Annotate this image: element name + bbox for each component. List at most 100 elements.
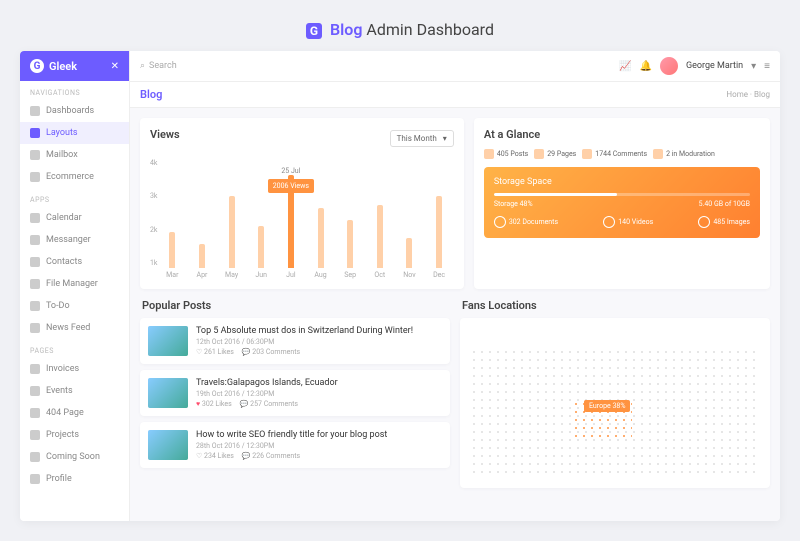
nav-icon [30, 128, 40, 138]
views-chart: 4k3k2k1k MarAprMayJun25 Jul2006 ViewsJul… [150, 159, 454, 279]
post-body: Top 5 Absolute must dos in Switzerland D… [196, 326, 442, 356]
menu-toggle-icon[interactable]: ✕ [111, 61, 119, 72]
nav-label: Events [46, 386, 73, 396]
username[interactable]: George Martin [686, 61, 743, 71]
bar-May[interactable]: May [217, 159, 247, 279]
sidebar-item-layouts[interactable]: Layouts [20, 122, 129, 144]
likes[interactable]: ♡ 234 Likes [196, 452, 234, 460]
sidebar-item-file-manager[interactable]: File Manager [20, 273, 129, 295]
chart-icon[interactable]: 📈 [619, 61, 631, 72]
nav-label: Contacts [46, 257, 82, 267]
sidebar-item-contacts[interactable]: Contacts [20, 251, 129, 273]
comments[interactable]: 💬 203 Comments [242, 348, 300, 356]
nav-section-apps: APPS [20, 188, 129, 207]
sidebar-item-invoices[interactable]: Invoices [20, 358, 129, 380]
storage-items: 302 Documents140 Videos485 Images [494, 216, 750, 228]
bar-Nov[interactable]: Nov [395, 159, 425, 279]
stat-item: 405 Posts [484, 149, 528, 159]
folder-icon [534, 149, 544, 159]
sidebar-item-news-feed[interactable]: News Feed [20, 317, 129, 339]
sidebar-item-404-page[interactable]: 404 Page [20, 402, 129, 424]
post-item[interactable]: Top 5 Absolute must dos in Switzerland D… [140, 318, 450, 364]
sidebar-header: G Gleek ✕ [20, 51, 129, 81]
folder-icon [484, 149, 494, 159]
popular-title: Popular Posts [140, 299, 450, 312]
bar-Dec[interactable]: Dec [424, 159, 454, 279]
nav-label: Ecommerce [46, 172, 94, 182]
bar [169, 232, 175, 268]
sidebar: G Gleek ✕ NAVIGATIONS DashboardsLayoutsM… [20, 51, 130, 521]
sidebar-item-to-do[interactable]: To-Do [20, 295, 129, 317]
sidebar-item-mailbox[interactable]: Mailbox [20, 144, 129, 166]
nav-icon [30, 474, 40, 484]
hamburger-icon[interactable]: ≡ [764, 61, 770, 72]
storage-fill [494, 193, 617, 196]
content: Views This Month ▾ 4k3k2k1k MarAprMayJun… [130, 108, 780, 498]
period-dropdown[interactable]: This Month ▾ [390, 130, 454, 147]
app-window: G Gleek ✕ NAVIGATIONS DashboardsLayoutsM… [20, 51, 780, 521]
logo-g-icon: G [306, 23, 322, 39]
bar-Jun[interactable]: Jun [246, 159, 276, 279]
nav-section-pages: PAGES [20, 339, 129, 358]
y-tick: 1k [150, 259, 157, 267]
nav-icon [30, 323, 40, 333]
chart-header: Views This Month ▾ [150, 128, 454, 149]
bar-Aug[interactable]: Aug [306, 159, 336, 279]
sidebar-item-ecommerce[interactable]: Ecommerce [20, 166, 129, 188]
nav-icon [30, 257, 40, 267]
nav-label: To-Do [46, 301, 70, 311]
likes[interactable]: ♡ 261 Likes [196, 348, 234, 356]
bar-Apr[interactable]: Apr [187, 159, 217, 279]
storage-item: 140 Videos [603, 216, 653, 228]
sidebar-item-profile[interactable]: Profile [20, 468, 129, 490]
bar-Oct[interactable]: Oct [365, 159, 395, 279]
nav-section-navigations: NAVIGATIONS [20, 81, 129, 100]
stat-item: 2 in Moduration [653, 149, 715, 159]
comments[interactable]: 💬 257 Comments [240, 400, 298, 408]
nav-icon [30, 172, 40, 182]
views-title: Views [150, 128, 180, 141]
sidebar-item-messanger[interactable]: Messanger [20, 229, 129, 251]
row-bottom: Popular Posts Top 5 Absolute must dos in… [140, 299, 770, 488]
nav-label: Projects [46, 430, 79, 440]
post-thumbnail [148, 430, 188, 460]
glance-card: At a Glance 405 Posts29 Pages1744 Commen… [474, 118, 770, 289]
fans-locations: Fans Locations Europe 38% [460, 299, 770, 488]
y-axis: 4k3k2k1k [150, 159, 157, 279]
post-item[interactable]: How to write SEO friendly title for your… [140, 422, 450, 468]
nav-icon [30, 213, 40, 223]
breadcrumb-bar: Blog Home · Blog [130, 82, 780, 108]
folder-icon [582, 149, 592, 159]
brand[interactable]: G Gleek [30, 59, 77, 73]
storage-item-label: 485 Images [713, 218, 750, 226]
sidebar-item-dashboards[interactable]: Dashboards [20, 100, 129, 122]
chevron-down-icon[interactable]: ▾ [751, 61, 756, 72]
bar [318, 208, 324, 268]
storage-item: 485 Images [698, 216, 750, 228]
post-item[interactable]: Travels:Galapagos Islands, Ecuador19th O… [140, 370, 450, 416]
bar [347, 220, 353, 268]
likes[interactable]: ♥ 302 Likes [196, 400, 232, 408]
post-body: Travels:Galapagos Islands, Ecuador19th O… [196, 378, 442, 408]
avatar[interactable] [660, 57, 678, 75]
bell-icon[interactable]: 🔔 [639, 61, 651, 72]
stat-label: 1744 Comments [595, 150, 647, 158]
stat-label: 405 Posts [497, 150, 528, 158]
stat-item: 29 Pages [534, 149, 576, 159]
comments[interactable]: 💬 226 Comments [242, 452, 300, 460]
search-input[interactable]: ⌕ Search [140, 61, 609, 71]
sidebar-item-projects[interactable]: Projects [20, 424, 129, 446]
bar-Jul[interactable]: 25 Jul2006 ViewsJul [276, 159, 306, 279]
y-tick: 4k [150, 159, 157, 167]
bar-Sep[interactable]: Sep [335, 159, 365, 279]
storage-meta: Storage 48% 5.40 GB of 10GB [494, 200, 750, 208]
topbar: ⌕ Search 📈 🔔 George Martin ▾ ≡ [130, 51, 780, 82]
nav-icon [30, 364, 40, 374]
nav-label: Invoices [46, 364, 79, 374]
bar-Mar[interactable]: Mar [157, 159, 187, 279]
sidebar-item-calendar[interactable]: Calendar [20, 207, 129, 229]
sidebar-item-events[interactable]: Events [20, 380, 129, 402]
sidebar-item-coming-soon[interactable]: Coming Soon [20, 446, 129, 468]
stat-label: 2 in Moduration [666, 150, 715, 158]
chevron-down-icon: ▾ [443, 134, 447, 143]
